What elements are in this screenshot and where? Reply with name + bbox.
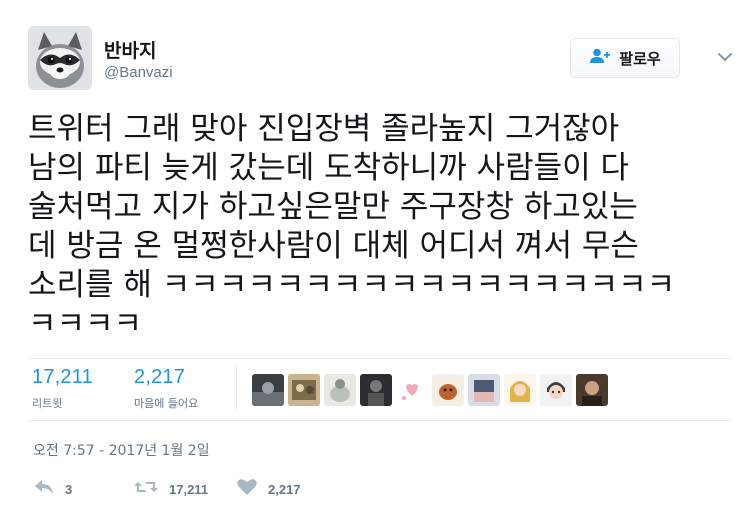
- like-count: 2,217: [134, 366, 186, 388]
- tweet-line: ㅋㅋㅋㅋ: [28, 306, 143, 342]
- retweet-action-count: 17,211: [169, 481, 209, 497]
- retweet-label: 리트윗: [32, 397, 63, 410]
- retweet-button[interactable]: 17,211: [133, 478, 208, 500]
- avatar[interactable]: [28, 26, 92, 90]
- like-stat[interactable]: 2,217 마음에 들어요: [134, 366, 198, 411]
- reply-button[interactable]: 3: [33, 478, 72, 500]
- tweet-line: 남의 파티 늦게 갔는데 도착하니까 사람들이 다: [28, 150, 630, 186]
- like-button[interactable]: 2,217: [236, 478, 301, 500]
- liker-avatars: [252, 374, 608, 406]
- tweet-header: 반바지 @Banvazi 팔로우: [28, 26, 738, 90]
- raccoon-avatar-icon: [28, 26, 92, 90]
- reply-count: 3: [65, 481, 73, 497]
- follow-button-label: 팔로우: [619, 49, 661, 68]
- tweet-text: 트위터 그래 맞아 진입장벽 졸라높지 그거잖아 남의 파티 늦게 갔는데 도착…: [28, 110, 728, 344]
- liker-avatar[interactable]: [576, 374, 608, 406]
- chevron-down-icon[interactable]: [716, 48, 734, 66]
- retweet-count: 17,211: [32, 366, 93, 388]
- liker-avatar[interactable]: [396, 374, 428, 406]
- liker-avatar[interactable]: [288, 374, 320, 406]
- tweet-line: 데 방금 온 멀쩡한사람이 대체 어디서 껴서 무슨: [28, 228, 639, 264]
- user-handle[interactable]: @Banvazi: [104, 64, 173, 81]
- tweet-timestamp[interactable]: 오전 7:57 - 2017년 1월 2일: [33, 440, 210, 460]
- display-name[interactable]: 반바지: [104, 36, 156, 63]
- liker-avatar[interactable]: [504, 374, 536, 406]
- like-label: 마음에 들어요: [134, 397, 199, 410]
- liker-avatar[interactable]: [432, 374, 464, 406]
- follow-button[interactable]: 팔로우: [570, 38, 680, 78]
- retweet-stat[interactable]: 17,211 리트윗: [32, 366, 93, 411]
- retweet-icon: [133, 478, 159, 500]
- liker-avatar[interactable]: [540, 374, 572, 406]
- like-action-count: 2,217: [268, 481, 301, 497]
- stat-divider: [236, 364, 237, 410]
- divider: [28, 358, 731, 359]
- heart-icon: [236, 478, 258, 500]
- tweet-line: 트위터 그래 맞아 진입장벽 졸라높지 그거잖아: [28, 111, 620, 147]
- liker-avatar[interactable]: [360, 374, 392, 406]
- liker-avatar[interactable]: [252, 374, 284, 406]
- tweet-line: 소리를 해 ㅋㅋㅋㅋㅋㅋㅋㅋㅋㅋㅋㅋㅋㅋㅋㅋㅋㅋ: [28, 267, 676, 303]
- add-user-icon: [589, 48, 611, 68]
- reply-icon: [33, 478, 55, 500]
- liker-avatar[interactable]: [324, 374, 356, 406]
- divider: [28, 420, 731, 421]
- tweet-line: 술처먹고 지가 하고싶은말만 주구장창 하고있는: [28, 189, 638, 225]
- liker-avatar[interactable]: [468, 374, 500, 406]
